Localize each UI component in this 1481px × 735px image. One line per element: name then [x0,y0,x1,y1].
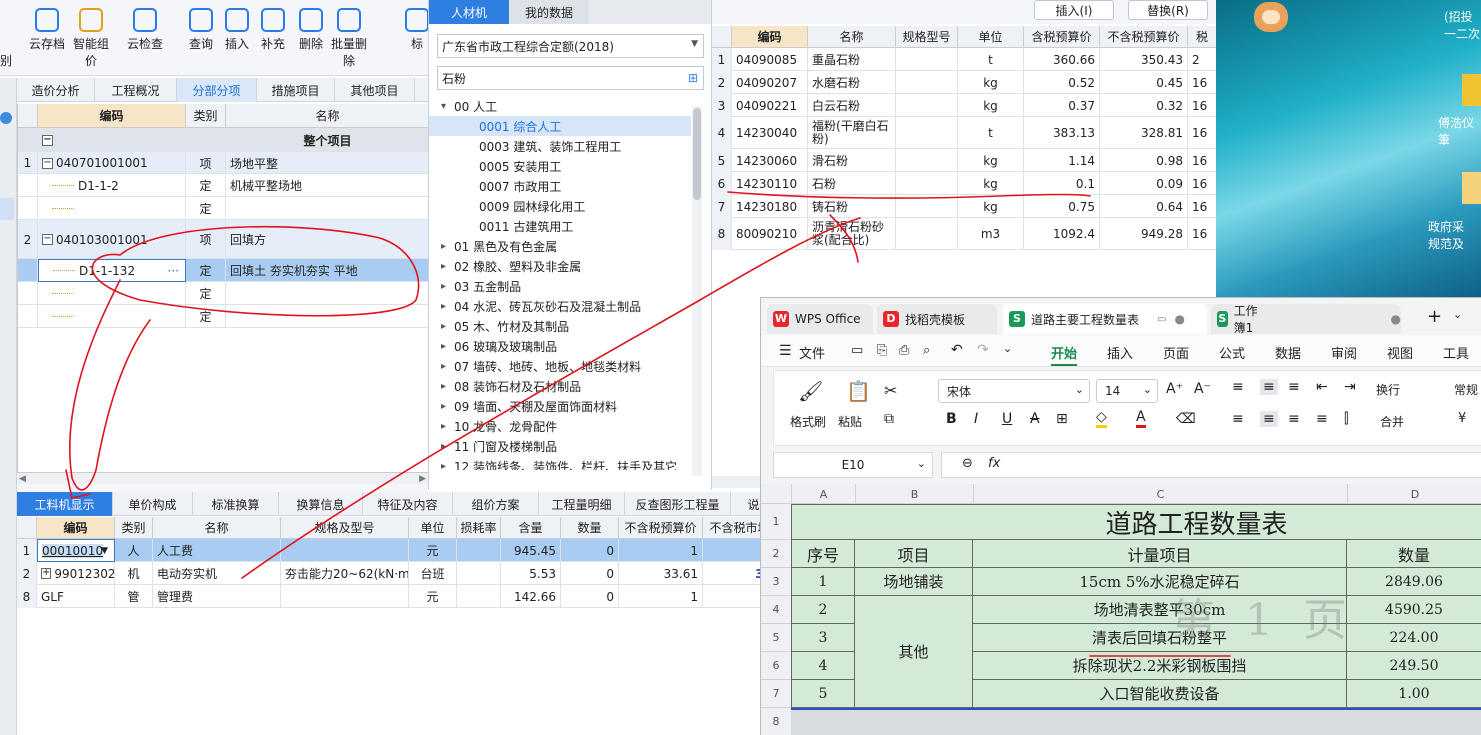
annotation-link-left [69,279,151,491]
annotation-underline-stone [727,191,1091,199]
annotation-circle [91,225,420,317]
annotation-arrow-tab [65,469,91,499]
annotation-line-long [241,217,861,579]
red-annotation-strokes [65,191,1231,657]
annotation-curve-mortar [829,214,859,263]
